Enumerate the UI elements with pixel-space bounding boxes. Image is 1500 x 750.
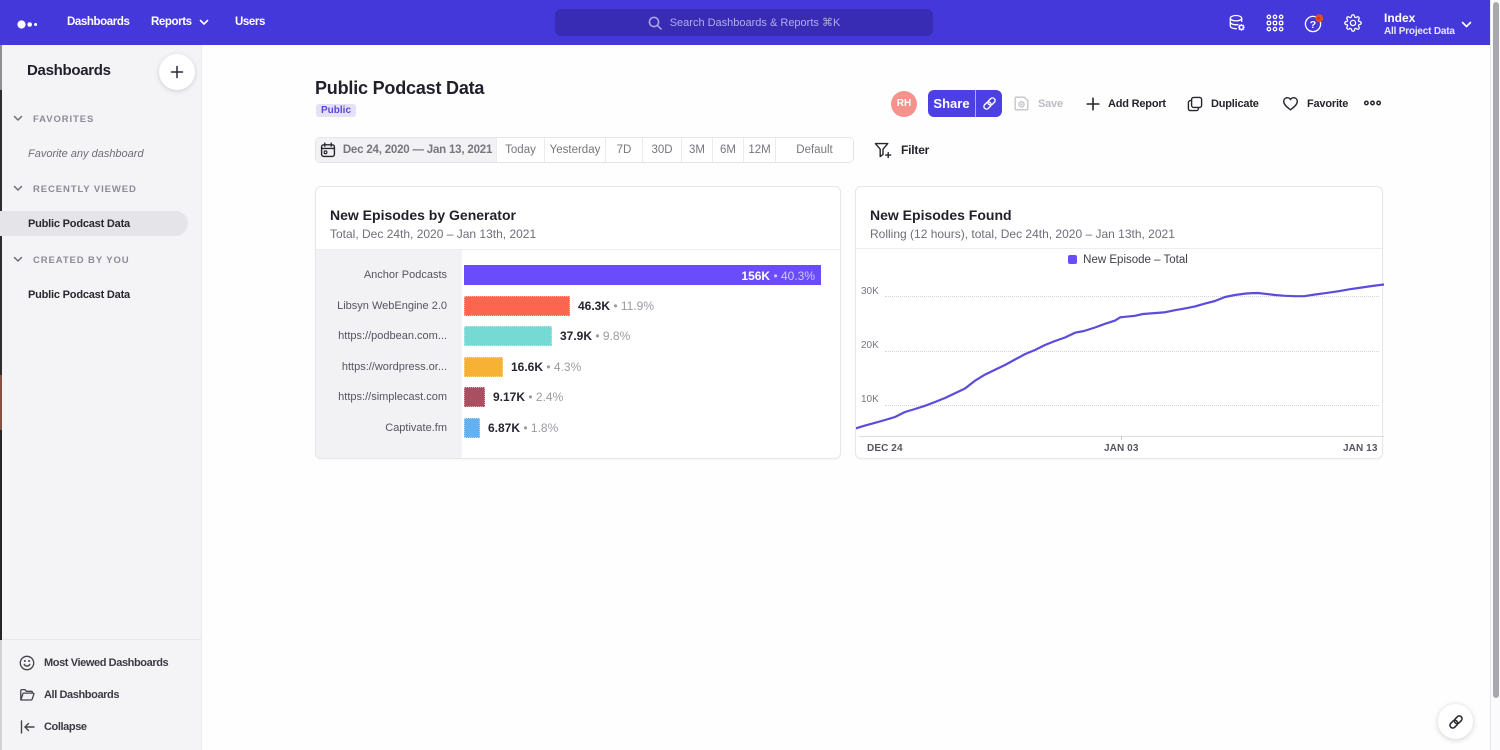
svg-text:?: ? <box>1310 19 1316 31</box>
